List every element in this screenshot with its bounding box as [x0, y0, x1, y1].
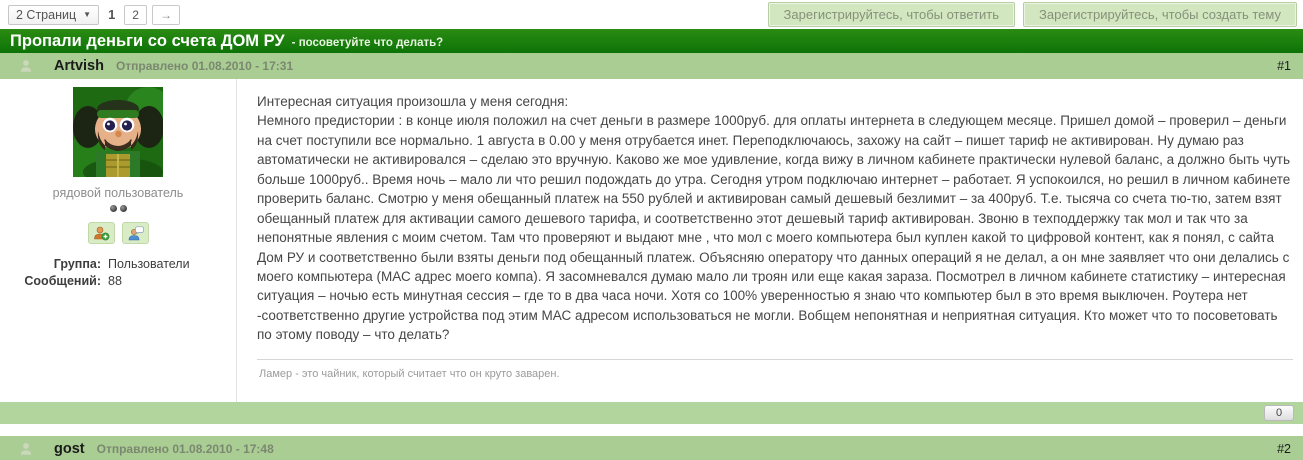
register-to-create-topic-button[interactable]: Зарегистрируйтесь, чтобы создать тему — [1023, 2, 1297, 27]
add-friend-icon — [93, 226, 110, 241]
post-number-link[interactable]: #2 — [1277, 442, 1291, 456]
group-value: Пользователи — [108, 257, 236, 271]
post-number-link[interactable]: #1 — [1277, 59, 1291, 73]
page-current: 1 — [104, 7, 119, 22]
pages-dropdown-label: 2 Страниц — [16, 8, 76, 22]
user-profile-info: Группа: Пользователи Сообщений: 88 — [0, 257, 236, 288]
topic-title: Пропали деньги со счета ДОМ РУ — [10, 32, 285, 51]
rank-pip — [120, 205, 127, 212]
topic-subtitle: - посоветуйте что делать? — [292, 34, 444, 49]
post-1-body: рядовой пользователь — [0, 79, 1303, 402]
rank-pip — [110, 205, 117, 212]
avatar[interactable] — [73, 87, 163, 177]
add-friend-button[interactable] — [88, 222, 115, 244]
messages-label: Сообщений: — [0, 274, 108, 288]
user-action-icons — [0, 222, 236, 244]
post-1: Artvish Отправлено 01.08.2010 - 17:31 #1 — [0, 53, 1303, 424]
post-author[interactable]: Artvish — [54, 58, 104, 74]
post-1-content: Интересная ситуация произошла у меня сег… — [237, 79, 1303, 402]
post-2-header: gost Отправлено 01.08.2010 - 17:48 #2 — [0, 436, 1303, 460]
post-2: gost Отправлено 01.08.2010 - 17:48 #2 — [0, 436, 1303, 460]
register-to-reply-button[interactable]: Зарегистрируйтесь, чтобы ответить — [768, 2, 1015, 27]
topbar: 2 Страниц ▼ 1 2 → Зарегистрируйтесь, что… — [0, 0, 1303, 29]
private-message-icon — [127, 226, 144, 241]
post-signature: Ламер - это чайник, который считает что … — [257, 359, 1293, 380]
topic-title-bar: Пропали деньги со счета ДОМ РУ - посовет… — [0, 29, 1303, 53]
post-text: Интересная ситуация произошла у меня сег… — [257, 92, 1293, 345]
page-link-2[interactable]: 2 — [124, 5, 147, 25]
pages-dropdown[interactable]: 2 Страниц ▼ — [8, 5, 99, 25]
next-page-button[interactable]: → — [152, 5, 180, 25]
post-1-footer: 0 — [0, 402, 1303, 424]
group-label: Группа: — [0, 257, 108, 271]
post-1-header: Artvish Отправлено 01.08.2010 - 17:31 #1 — [0, 53, 1303, 79]
post-date: Отправлено 01.08.2010 - 17:31 — [116, 59, 293, 73]
user-silhouette-icon — [18, 58, 34, 74]
user-silhouette-icon — [18, 441, 34, 457]
post-date: Отправлено 01.08.2010 - 17:48 — [97, 442, 274, 456]
post-author[interactable]: gost — [54, 441, 85, 457]
topic-actions: Зарегистрируйтесь, чтобы ответить Зареги… — [768, 2, 1297, 27]
messages-value: 88 — [108, 274, 236, 288]
user-rank-title: рядовой пользователь — [0, 186, 236, 200]
chevron-down-icon: ▼ — [83, 10, 91, 19]
post-1-user-panel: рядовой пользователь — [0, 79, 237, 402]
post-rating-button[interactable]: 0 — [1264, 405, 1294, 421]
pagination: 2 Страниц ▼ 1 2 → — [8, 5, 180, 25]
rank-pips — [0, 205, 236, 212]
posts-gap — [0, 424, 1303, 436]
send-message-button[interactable] — [122, 222, 149, 244]
